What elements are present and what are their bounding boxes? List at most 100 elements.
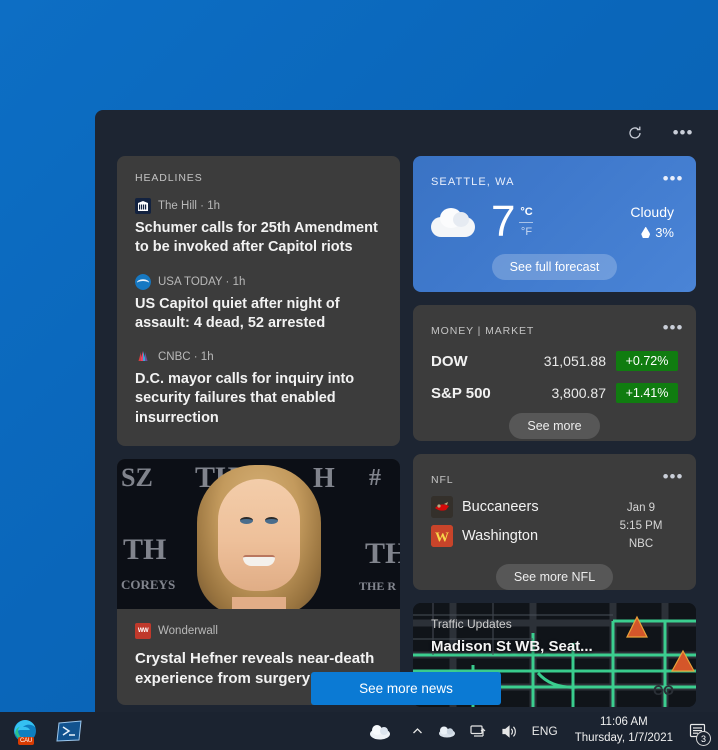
nfl-team-name: Washington (462, 528, 539, 544)
left-column: HEADLINES The Hill · 1h Schumer calls fo… (117, 156, 400, 705)
flyout-more-options-button[interactable]: ••• (670, 120, 696, 146)
wonderwall-icon: WW (135, 622, 151, 639)
market-row-dow[interactable]: DOW 31,051.88 +0.72% (431, 351, 678, 371)
refresh-icon[interactable] (622, 120, 648, 146)
weather-location: SEATTLE, WA (431, 176, 515, 188)
photo-story-card[interactable]: SZ TH H # TH COREYS TH THE R (117, 458, 400, 705)
taskbar-apps: CAU (0, 714, 88, 748)
headline-title: US Capitol quiet after night of assault:… (135, 295, 340, 331)
headline-item-1[interactable]: USA TODAY · 1h US Capitol quiet after ni… (135, 273, 382, 334)
headlines-card: HEADLINES The Hill · 1h Schumer calls fo… (117, 156, 400, 446)
weather-more-options-button[interactable]: ••• (662, 168, 684, 190)
network-icon[interactable] (463, 712, 494, 750)
weather-unit-celsius[interactable]: °C (520, 204, 532, 221)
market-change-badge: +0.72% (616, 351, 678, 371)
notification-count-badge: 3 (696, 731, 711, 746)
flyout-header: ••• (95, 110, 718, 156)
weather-unit-toggle[interactable]: °C °F (519, 204, 534, 241)
market-change-badge: +1.41% (616, 383, 678, 403)
headline-source-row: CNBC · 1h (135, 349, 382, 365)
taskbar-weather-icon[interactable] (359, 712, 405, 750)
headline-title: D.C. mayor calls for inquiry into securi… (135, 371, 355, 426)
market-symbol: DOW (431, 352, 468, 370)
washington-logo: W (431, 525, 453, 547)
taskbar-date: Thursday, 1/7/2021 (574, 732, 673, 744)
nfl-game-date: Jan 9 (626, 502, 656, 514)
backdrop-word: COREYS (121, 576, 176, 592)
headline-title: Schumer calls for 25th Amendment to be i… (135, 220, 378, 256)
cloudy-icon (431, 207, 477, 237)
headline-item-2[interactable]: CNBC · 1h D.C. mayor calls for inquiry i… (135, 349, 382, 428)
onedrive-icon[interactable] (430, 712, 463, 750)
weather-temperature: 7 (491, 197, 516, 246)
backdrop-word: THE R (359, 578, 397, 593)
see-full-forecast-button[interactable]: See full forecast (491, 254, 618, 280)
taskbar-tray: ENG 11:06 AM Thursday, 1/7/2021 3 (359, 712, 718, 750)
weather-condition: Cloudy (630, 204, 674, 220)
nfl-game-meta: Jan 9 5:15 PM NBC (604, 496, 678, 554)
see-more-market-button[interactable]: See more (509, 413, 600, 439)
svg-text:CO: CO (653, 682, 674, 698)
nfl-game-network: NBC (628, 537, 654, 550)
svg-text:W: W (435, 531, 449, 546)
cnbc-icon (135, 349, 151, 365)
traffic-kicker: Traffic Updates (431, 617, 512, 631)
backdrop-word: TH (365, 536, 400, 570)
powershell-taskbar-icon[interactable] (50, 714, 88, 748)
backdrop-word: # (369, 464, 381, 491)
money-kicker: MONEY | MARKET (431, 325, 535, 337)
headline-source-label: The Hill · 1h (158, 200, 220, 212)
language-indicator[interactable]: ENG (525, 712, 565, 750)
headline-source-row: The Hill · 1h (135, 198, 382, 214)
headline-source-row: USA TODAY · 1h (135, 273, 382, 290)
weather-details: Cloudy 3% (630, 204, 678, 240)
nfl-team-row-away[interactable]: W Washington (431, 525, 604, 547)
nfl-game-time: 5:15 PM (619, 519, 663, 532)
action-center-button[interactable]: 3 (683, 712, 718, 750)
taskbar-clock[interactable]: 11:06 AM Thursday, 1/7/2021 (565, 712, 683, 750)
photo-source-row: WW Wonderwall (135, 622, 382, 639)
backdrop-word: TH (123, 532, 167, 566)
see-more-news-button[interactable]: See more news (311, 672, 501, 705)
thehill-icon (135, 198, 151, 214)
taskbar: CAU ENG 11:06 AM Thursday, 1/7/2021 3 (0, 712, 718, 750)
market-value: 31,051.88 (543, 353, 606, 369)
nfl-card: NFL ••• Buccaneers W Washington Jan 9 5:… (413, 454, 696, 590)
nfl-body: Buccaneers W Washington Jan 9 5:15 PM NB… (431, 496, 678, 554)
headlines-kicker: HEADLINES (135, 172, 203, 184)
nfl-team-name: Buccaneers (462, 499, 539, 515)
show-hidden-icons-chevron[interactable] (405, 712, 430, 750)
nfl-more-options-button[interactable]: ••• (662, 466, 684, 488)
weather-unit-fahrenheit[interactable]: °F (521, 224, 532, 241)
nfl-team-row-home[interactable]: Buccaneers (431, 496, 604, 518)
market-symbol: S&P 500 (431, 384, 491, 402)
weather-card[interactable]: SEATTLE, WA ••• 7 °C °F Cloudy 3% See fu… (413, 156, 696, 292)
volume-icon[interactable] (494, 712, 525, 750)
weather-unit-divider (519, 221, 534, 223)
traffic-title: Madison St WB, Seat... (431, 638, 593, 655)
money-more-options-button[interactable]: ••• (662, 317, 684, 339)
market-row-sp500[interactable]: S&P 500 3,800.87 +1.41% (431, 383, 678, 403)
news-and-interests-flyout: ••• HEADLINES The Hill · 1h Schumer call… (95, 110, 718, 712)
buccaneers-logo (431, 496, 453, 518)
market-value: 3,800.87 (551, 385, 607, 401)
edge-taskbar-icon[interactable]: CAU (6, 714, 44, 748)
photo-source-label: Wonderwall (158, 624, 218, 637)
right-column: SEATTLE, WA ••• 7 °C °F Cloudy 3% See fu… (413, 156, 696, 707)
see-more-nfl-button[interactable]: See more NFL (495, 564, 614, 590)
flyout-more-dots: ••• (672, 123, 694, 142)
headline-item-0[interactable]: The Hill · 1h Schumer calls for 25th Ame… (135, 198, 382, 258)
money-market-card: MONEY | MARKET ••• DOW 31,051.88 +0.72% … (413, 305, 696, 441)
traffic-content: Traffic Updates Madison St WB, Seat... (413, 603, 696, 669)
weather-body: 7 °C °F Cloudy 3% (431, 200, 678, 244)
cards-grid: HEADLINES The Hill · 1h Schumer calls fo… (95, 156, 718, 707)
usatoday-icon (135, 273, 151, 290)
taskbar-time: 11:06 AM (600, 716, 648, 729)
weather-precipitation-value: 3% (655, 225, 674, 240)
weather-precipitation: 3% (630, 225, 674, 240)
backdrop-word: SZ (121, 462, 153, 492)
edge-badge: CAU (18, 737, 35, 745)
headline-source-label: CNBC · 1h (158, 351, 214, 364)
story-photo: SZ TH H # TH COREYS TH THE R (117, 458, 400, 609)
nfl-teams: Buccaneers W Washington (431, 496, 604, 554)
